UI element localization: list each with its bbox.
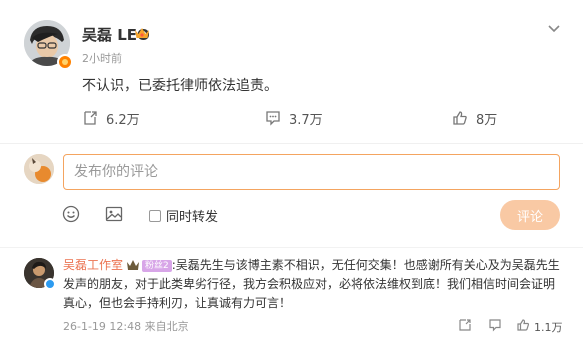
- repost-button[interactable]: 6.2万: [82, 108, 140, 128]
- weibo-post-card: 吴磊 LEO 2小时前 不认识，已委托律师依法追责。 6.2万 3.7万 8万: [0, 0, 583, 341]
- repost-icon[interactable]: [458, 318, 472, 332]
- divider: [0, 143, 583, 144]
- comment-meta: 26-1-19 12:48 来自北京: [63, 320, 189, 333]
- like-icon[interactable]: [516, 318, 530, 332]
- emoji-icon[interactable]: [62, 205, 80, 223]
- repost-icon: [84, 111, 97, 125]
- post-content: 不认识，已委托律师依法追责。: [82, 78, 278, 94]
- comment-input[interactable]: [63, 154, 560, 190]
- like-count: 8万: [476, 112, 498, 128]
- repost-checkbox-label: 同时转发: [166, 210, 219, 225]
- my-avatar[interactable]: [24, 154, 54, 184]
- post-time[interactable]: 2小时前: [82, 50, 122, 66]
- crown-icon: [135, 28, 149, 38]
- comment-like-count: 1.1万: [534, 321, 563, 334]
- verified-badge-icon: [57, 54, 73, 70]
- comment-button[interactable]: 3.7万: [265, 108, 323, 128]
- verified-icon: [44, 278, 56, 290]
- repost-checkbox[interactable]: 同时转发: [149, 206, 218, 225]
- repost-count: 6.2万: [106, 112, 140, 128]
- divider: [0, 247, 583, 248]
- comment-author-name[interactable]: 吴磊工作室: [63, 258, 123, 272]
- comment-count: 3.7万: [289, 112, 323, 128]
- level-badge: 粉丝2: [142, 260, 172, 272]
- checkbox-box[interactable]: [149, 209, 161, 222]
- like-button[interactable]: 8万: [452, 108, 497, 128]
- chevron-down-icon[interactable]: [547, 24, 561, 34]
- image-icon[interactable]: [105, 205, 123, 223]
- comment-icon[interactable]: [488, 318, 502, 332]
- comment-body: 吴磊工作室 粉丝2:吴磊先生与该博主素不相识，无任何交集！也感谢所有关心及为吴磊先…: [63, 256, 563, 313]
- like-icon: [453, 111, 467, 125]
- crown-icon: [127, 260, 140, 270]
- comment-icon: [266, 111, 280, 126]
- submit-comment-button[interactable]: 评论: [500, 200, 560, 230]
